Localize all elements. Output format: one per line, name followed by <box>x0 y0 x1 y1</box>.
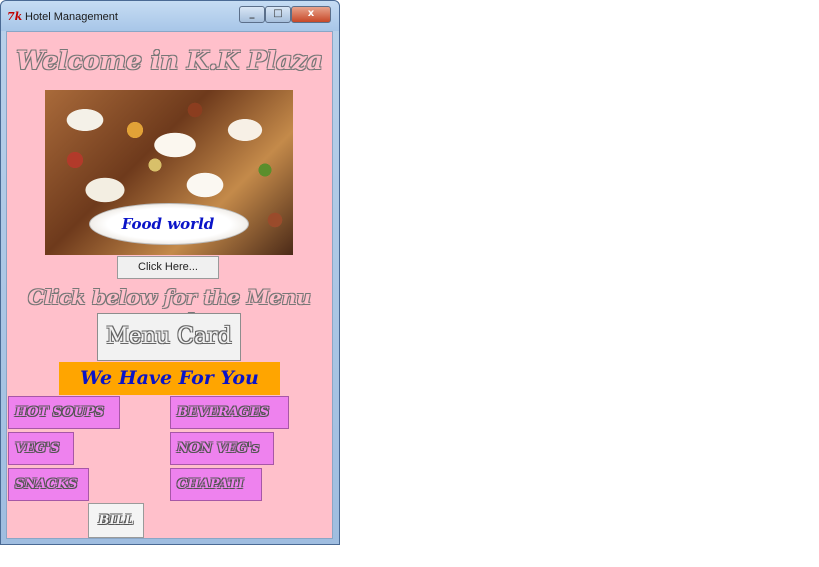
snacks-button[interactable]: SNACKS <box>8 468 89 501</box>
application-window: 7k Hotel Management _ □ x Welcome in K.K… <box>0 0 340 545</box>
vegs-button[interactable]: VEG'S <box>8 432 74 465</box>
window-title: Hotel Management <box>25 11 118 23</box>
bill-button[interactable]: BILL <box>88 503 144 538</box>
food-world-label: Food world <box>121 215 215 233</box>
chapati-button[interactable]: CHAPATI <box>170 468 262 501</box>
welcome-heading: Welcome in K.K Plaza <box>16 46 323 75</box>
form-client-area: Welcome in K.K Plaza Food world Click He… <box>6 31 333 539</box>
menu-card-button[interactable]: Menu Card <box>97 313 241 361</box>
food-photo: Food world <box>45 90 293 255</box>
close-button[interactable]: x <box>291 6 331 23</box>
beverages-button[interactable]: BEVERAGES <box>170 396 289 429</box>
app-logo-icon: 7k <box>7 10 23 23</box>
minimize-button[interactable]: _ <box>239 6 265 23</box>
click-here-button[interactable]: Click Here... <box>117 256 219 279</box>
title-bar[interactable]: 7k Hotel Management _ □ x <box>1 1 339 31</box>
maximize-button[interactable]: □ <box>265 6 291 23</box>
offer-banner: We Have For You <box>59 362 280 395</box>
hot-soups-button[interactable]: HOT SOUPS <box>8 396 120 429</box>
non-vegs-button[interactable]: NON VEG's <box>170 432 274 465</box>
